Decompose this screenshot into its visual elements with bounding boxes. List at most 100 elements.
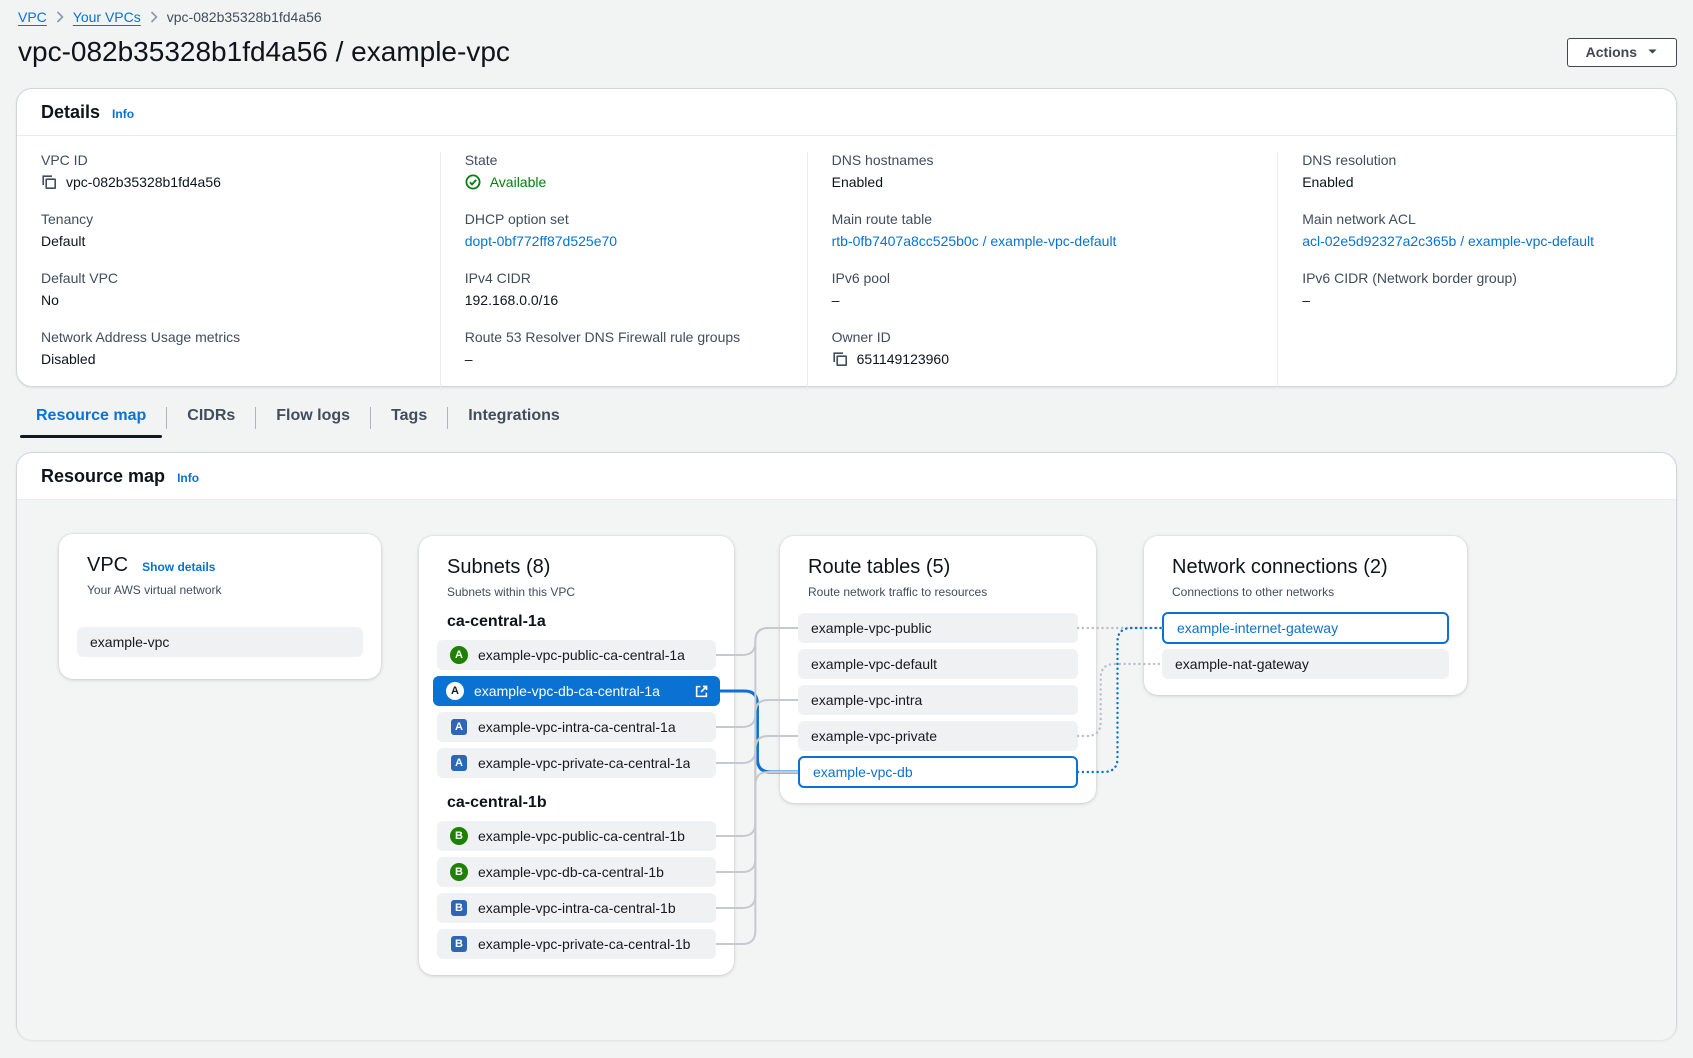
detail-field-label: IPv6 pool	[832, 270, 1254, 286]
details-info-link[interactable]: Info	[112, 107, 134, 121]
availability-zone-badge: A	[451, 719, 467, 735]
actions-button-label: Actions	[1586, 44, 1637, 60]
vpc-item[interactable]: example-vpc	[77, 627, 363, 657]
availability-zone-heading: ca-central-1a	[447, 613, 706, 631]
detail-field-label: DNS hostnames	[832, 152, 1254, 168]
detail-field: Tenancy Default	[41, 211, 416, 249]
breadcrumb-link[interactable]: Your VPCs	[73, 9, 141, 25]
detail-field-value: 651149123960	[832, 351, 1254, 367]
tab-integrations[interactable]: Integrations	[448, 398, 580, 438]
subnet-item-label: example-vpc-private-ca-central-1a	[478, 755, 690, 771]
subnets-card-subtitle: Subnets within this VPC	[447, 585, 706, 599]
actions-button[interactable]: Actions	[1567, 38, 1677, 67]
availability-zone-badge: A	[450, 646, 468, 664]
detail-field-value: Enabled	[832, 174, 1254, 190]
route-table-item[interactable]: example-vpc-default	[798, 649, 1078, 679]
subnet-item[interactable]: Bexample-vpc-private-ca-central-1b	[437, 929, 716, 959]
tab-bar: Resource mapCIDRsFlow logsTagsIntegratio…	[16, 398, 580, 438]
detail-field-value-text: Disabled	[41, 351, 95, 367]
availability-zone-badge: B	[451, 900, 467, 916]
route-tables-card-subtitle: Route network traffic to resources	[808, 585, 1068, 599]
detail-field: IPv6 CIDR (Network border group)–	[1302, 270, 1652, 308]
detail-field-value: Enabled	[1302, 174, 1652, 190]
detail-field-value: dopt-0bf772ff87d525e70	[465, 233, 783, 249]
subnet-item[interactable]: Aexample-vpc-private-ca-central-1a	[437, 748, 716, 778]
detail-field: DNS hostnames Enabled	[832, 152, 1254, 190]
detail-field: DHCP option setdopt-0bf772ff87d525e70	[465, 211, 783, 249]
breadcrumb-current: vpc-082b35328b1fd4a56	[167, 9, 322, 25]
subnet-item[interactable]: Aexample-vpc-intra-ca-central-1a	[437, 712, 716, 742]
resource-map-canvas: VPC Show details Your AWS virtual networ…	[17, 500, 1676, 1040]
subnet-item[interactable]: Aexample-vpc-public-ca-central-1a	[437, 640, 716, 670]
route-table-item-label: example-vpc-default	[811, 656, 937, 672]
route-table-item[interactable]: example-vpc-private	[798, 721, 1078, 751]
external-link-icon[interactable]	[694, 684, 709, 699]
detail-field-value: Available	[465, 174, 783, 190]
subnet-item-label: example-vpc-intra-ca-central-1b	[478, 900, 676, 916]
subnet-item-label: example-vpc-private-ca-central-1b	[478, 936, 690, 952]
breadcrumb-link[interactable]: VPC	[18, 9, 47, 25]
page-title: vpc-082b35328b1fd4a56 / example-vpc	[18, 36, 510, 68]
detail-field-label: Main network ACL	[1302, 211, 1652, 227]
detail-field-value-link[interactable]: dopt-0bf772ff87d525e70	[465, 233, 617, 249]
detail-field-value: Disabled	[41, 351, 416, 367]
details-title: Details	[41, 102, 100, 123]
detail-field: Main route tablertb-0fb7407a8cc525b0c / …	[832, 211, 1254, 249]
detail-field: Main network ACL acl-02e5d92327a2c365b / …	[1302, 211, 1652, 249]
copy-icon[interactable]	[832, 351, 848, 367]
breadcrumb-separator-icon	[56, 11, 64, 23]
detail-field: Owner ID 651149123960	[832, 329, 1254, 367]
resource-map-info-link[interactable]: Info	[177, 471, 199, 485]
route-table-item[interactable]: example-vpc-db	[798, 756, 1078, 788]
detail-field-label: VPC ID	[41, 152, 416, 168]
copy-icon[interactable]	[41, 174, 57, 190]
detail-field: DNS resolutionEnabled	[1302, 152, 1652, 190]
detail-field-value-link[interactable]: rtb-0fb7407a8cc525b0c / example-vpc-defa…	[832, 233, 1117, 249]
subnet-item-label: example-vpc-db-ca-central-1a	[474, 683, 660, 699]
detail-field-value-text: Enabled	[832, 174, 883, 190]
tab-flow-logs[interactable]: Flow logs	[256, 398, 370, 438]
detail-field-label: IPv4 CIDR	[465, 270, 783, 286]
subnet-item[interactable]: Aexample-vpc-db-ca-central-1a	[433, 676, 720, 706]
detail-field-label: Owner ID	[832, 329, 1254, 345]
route-table-item-label: example-vpc-public	[811, 620, 932, 636]
resource-map-panel: Resource map Info VPC Show details Your …	[16, 452, 1677, 1040]
detail-field-value-text: 192.168.0.0/16	[465, 292, 558, 308]
route-table-item-label: example-vpc-intra	[811, 692, 922, 708]
detail-field-value: 192.168.0.0/16	[465, 292, 783, 308]
detail-field-value-text: Default	[41, 233, 85, 249]
network-connection-item[interactable]: example-internet-gateway	[1162, 612, 1449, 644]
vpc-card: VPC Show details Your AWS virtual networ…	[59, 534, 381, 679]
detail-field-value-text: vpc-082b35328b1fd4a56	[66, 174, 221, 190]
detail-field-value: –	[1302, 292, 1652, 308]
details-column: StateAvailable DHCP option setdopt-0bf772…	[440, 152, 807, 388]
details-column: DNS resolutionEnabled Main network ACL acl…	[1277, 152, 1676, 388]
network-connection-item[interactable]: example-nat-gateway	[1162, 649, 1449, 679]
detail-field-value: Default	[41, 233, 416, 249]
subnet-item[interactable]: Bexample-vpc-db-ca-central-1b	[437, 857, 716, 887]
show-details-link[interactable]: Show details	[142, 560, 215, 574]
detail-field-value-text: Enabled	[1302, 174, 1353, 190]
subnet-item[interactable]: Bexample-vpc-intra-ca-central-1b	[437, 893, 716, 923]
network-connection-item-label: example-nat-gateway	[1175, 656, 1309, 672]
caret-down-icon	[1647, 46, 1658, 57]
detail-field-value-text: No	[41, 292, 59, 308]
status-available-icon	[465, 174, 481, 190]
details-column: DNS hostnames Enabled Main route tablertb-…	[807, 152, 1278, 388]
detail-field-value-text: –	[465, 351, 473, 367]
subnets-card: Subnets (8) Subnets within this VPC ca-c…	[419, 536, 734, 975]
details-panel-header: Details Info	[17, 89, 1676, 136]
subnet-item[interactable]: Bexample-vpc-public-ca-central-1b	[437, 821, 716, 851]
tab-tags[interactable]: Tags	[371, 398, 447, 438]
detail-field-value: –	[832, 292, 1254, 308]
detail-field-value-link[interactable]: acl-02e5d92327a2c365b / example-vpc-defa…	[1302, 233, 1594, 249]
tab-cidrs[interactable]: CIDRs	[167, 398, 255, 438]
tab-resource-map[interactable]: Resource map	[16, 398, 166, 438]
subnets-card-title: Subnets (8)	[447, 556, 550, 579]
detail-field-label: Tenancy	[41, 211, 416, 227]
resource-map-title: Resource map	[41, 466, 165, 487]
subnet-item-label: example-vpc-public-ca-central-1b	[478, 828, 685, 844]
route-table-item[interactable]: example-vpc-public	[798, 613, 1078, 643]
route-table-item[interactable]: example-vpc-intra	[798, 685, 1078, 715]
detail-field: StateAvailable	[465, 152, 783, 190]
